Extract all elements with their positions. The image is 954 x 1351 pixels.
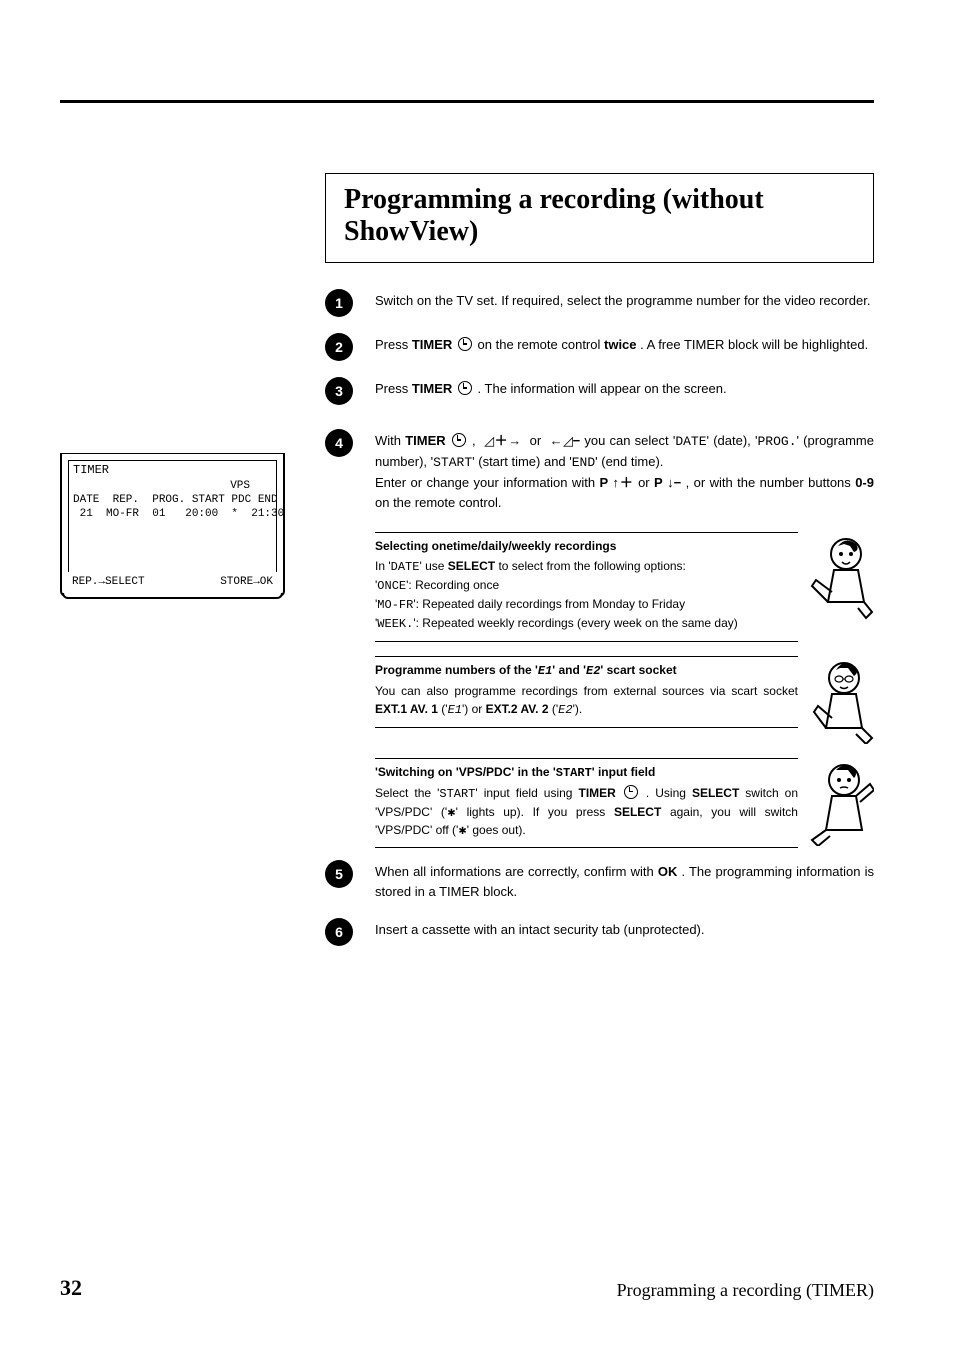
section-title: Programming a recording (TIMER) (617, 1280, 874, 1301)
step-2: 2 Press TIMER on the remote control twic… (325, 335, 874, 361)
screen-data-row: 21 MO-FR 01 20:00 * 21:30 (73, 507, 272, 521)
step-6: 6 Insert a cassette with an intact secur… (325, 920, 874, 946)
step-3: 3 Press TIMER . The information will app… (325, 379, 874, 405)
man-pointing-icon (810, 532, 874, 620)
screen-footer-left: REP.→SELECT (72, 575, 145, 589)
step-number-6: 6 (325, 918, 353, 946)
illustration-1 (810, 532, 874, 620)
triangle-right-icon (484, 433, 494, 448)
top-rule (60, 100, 874, 103)
arrow-right-icon (508, 431, 521, 451)
screen-vps: VPS (73, 479, 272, 493)
tip-1: Selecting onetime/daily/weekly recording… (375, 532, 874, 642)
clock-icon (458, 381, 472, 395)
step-number-1: 1 (325, 289, 353, 317)
illustration-2 (810, 656, 874, 744)
man-explaining-icon (810, 656, 874, 744)
star-icon (458, 823, 466, 837)
step-5-text: When all informations are correctly, con… (375, 862, 874, 902)
title-box: Programming a recording (without ShowVie… (325, 173, 874, 263)
step-6-text: Insert a cassette with an intact securit… (375, 920, 874, 940)
tip-3-body: Select the 'START' input field using TIM… (375, 784, 798, 839)
tip-1-body: In 'DATE' use SELECT to select from the … (375, 557, 798, 633)
tip-1-title: Selecting onetime/daily/weekly recording… (375, 539, 798, 553)
tip-3: 'Switching on 'VPS/PDC' in the 'START' i… (375, 758, 874, 848)
sidebar: TIMER VPS DATE REP. PROG. START PDC END … (60, 173, 285, 964)
step-number-5: 5 (325, 860, 353, 888)
page-footer: 32 Programming a recording (TIMER) (60, 1275, 874, 1301)
step-3-text: Press TIMER . The information will appea… (375, 379, 874, 399)
vcr-screen-illustration: TIMER VPS DATE REP. PROG. START PDC END … (60, 453, 285, 597)
step-number-4: 4 (325, 429, 353, 457)
step-4-text: With TIMER , ＋ or − you can select 'DATE… (375, 431, 874, 514)
step-number-2: 2 (325, 333, 353, 361)
tip-2-body: You can also programme recordings from e… (375, 682, 798, 719)
screen-header-row: DATE REP. PROG. START PDC END (73, 493, 272, 507)
step-1: 1 Switch on the TV set. If required, sel… (325, 291, 874, 317)
clock-icon (458, 337, 472, 351)
clock-icon (452, 433, 466, 447)
step-5: 5 When all informations are correctly, c… (325, 862, 874, 902)
main-column: Programming a recording (without ShowVie… (325, 173, 874, 964)
star-icon (447, 805, 455, 819)
illustration-3 (810, 758, 874, 846)
man-thinking-icon (810, 758, 874, 846)
tip-2: Programme numbers of the 'E1' and 'E2' s… (375, 656, 874, 744)
tip-3-title: 'Switching on 'VPS/PDC' in the 'START' i… (375, 765, 798, 780)
screen-footer-right: STORE→OK (220, 575, 273, 589)
step-1-text: Switch on the TV set. If required, selec… (375, 291, 874, 311)
step-number-3: 3 (325, 377, 353, 405)
triangle-left-icon (563, 433, 573, 448)
page-number: 32 (60, 1275, 82, 1301)
step-4: 4 With TIMER , ＋ or − you can select 'DA… (325, 431, 874, 514)
clock-icon (624, 785, 638, 799)
arrow-left-icon (550, 433, 563, 448)
page-title: Programming a recording (without ShowVie… (344, 184, 855, 248)
step-2-text: Press TIMER on the remote control twice … (375, 335, 874, 355)
screen-title: TIMER (73, 463, 272, 479)
tip-2-title: Programme numbers of the 'E1' and 'E2' s… (375, 663, 798, 678)
